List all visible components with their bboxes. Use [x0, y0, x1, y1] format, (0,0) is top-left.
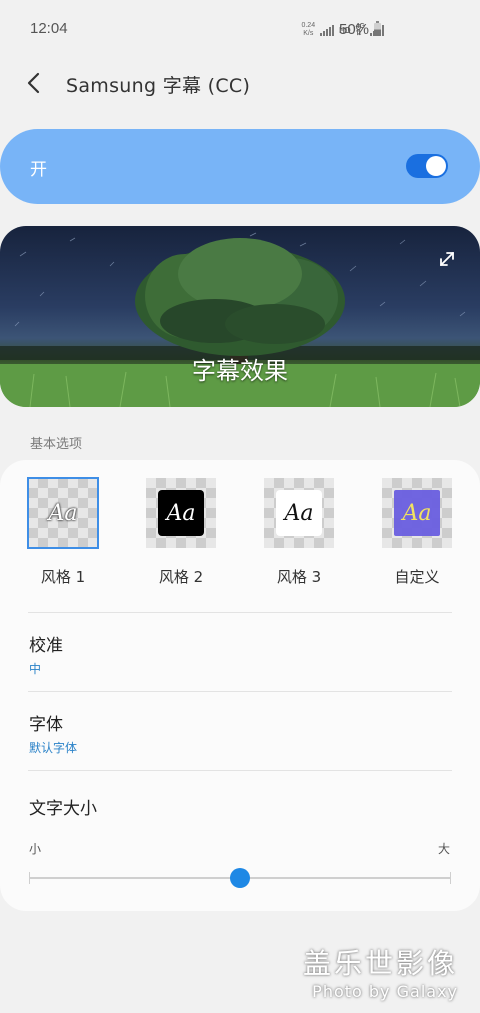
text-size-min-label: 小 — [29, 842, 42, 856]
style-label: 自定义 — [394, 568, 440, 586]
style-thumbnail: Aa — [382, 478, 452, 548]
style-sample: Aa — [48, 500, 78, 526]
wifi-signal-icon — [320, 24, 335, 36]
font-title: 字体 — [29, 715, 63, 735]
text-size-max-label: 大 — [437, 842, 450, 856]
page-title: Samsung 字幕 (CC) — [66, 75, 251, 97]
camera-watermark: 盖乐世影像 Photo by Galaxy — [303, 942, 458, 1001]
text-size-title: 文字大小 — [29, 799, 97, 819]
alignment-title: 校准 — [29, 636, 63, 656]
style-sample: Aa — [394, 490, 440, 536]
style-label: 风格 1 — [40, 568, 86, 586]
style-label: 风格 2 — [158, 568, 204, 586]
font-value: 默认字体 — [29, 741, 78, 755]
style-option-custom[interactable]: Aa 自定义 — [372, 478, 462, 598]
master-toggle[interactable] — [406, 154, 448, 178]
style-sample: Aa — [276, 490, 322, 536]
caption-style-list: Aa 风格 1 Aa 风格 2 Aa 风格 3 Aa 自定义 — [0, 477, 480, 598]
caption-preview: 字幕效果 — [0, 226, 480, 407]
master-switch-label: 开 — [30, 160, 47, 180]
toggle-knob — [426, 156, 446, 176]
alignment-value: 中 — [29, 662, 42, 676]
alignment-row[interactable]: 校准 中 — [0, 613, 480, 691]
style-option-1[interactable]: Aa 风格 1 — [18, 477, 108, 598]
style-thumbnail: Aa — [27, 477, 99, 549]
slider-tick-start — [29, 872, 30, 884]
style-sample: Aa — [158, 490, 204, 536]
battery-icon — [374, 21, 381, 36]
font-row[interactable]: 字体 默认字体 — [0, 692, 480, 770]
basic-options-card: Aa 风格 1 Aa 风格 2 Aa 风格 3 Aa 自定义 校准 中 字体 默… — [0, 460, 480, 911]
text-size-slider[interactable] — [29, 868, 451, 888]
style-thumbnail: Aa — [146, 478, 216, 548]
master-switch-bar[interactable]: 开 — [0, 129, 480, 204]
status-bar: 12:04 0.24 K/s HD 4G ⇅ 50% — [0, 0, 480, 60]
expand-icon — [440, 252, 454, 266]
network-speed: 0.24 K/s — [301, 22, 316, 37]
section-label-basic-options: 基本选项 — [30, 437, 83, 452]
expand-button[interactable] — [436, 248, 458, 270]
chevron-left-icon — [27, 72, 40, 94]
style-option-2[interactable]: Aa 风格 2 — [136, 478, 226, 598]
back-button[interactable] — [18, 66, 52, 100]
status-time: 12:04 — [30, 20, 68, 37]
style-label: 风格 3 — [276, 568, 322, 586]
divider — [28, 770, 452, 771]
caption-preview-text: 字幕效果 — [192, 357, 288, 385]
watermark-caption: Photo by Galaxy — [312, 982, 458, 1001]
style-option-3[interactable]: Aa 风格 3 — [254, 478, 344, 598]
slider-tick-end — [450, 872, 451, 884]
slider-thumb[interactable] — [230, 868, 250, 888]
watermark-brand: 盖乐世影像 — [302, 947, 458, 980]
battery-level: 50% — [339, 21, 370, 38]
style-thumbnail: Aa — [264, 478, 334, 548]
